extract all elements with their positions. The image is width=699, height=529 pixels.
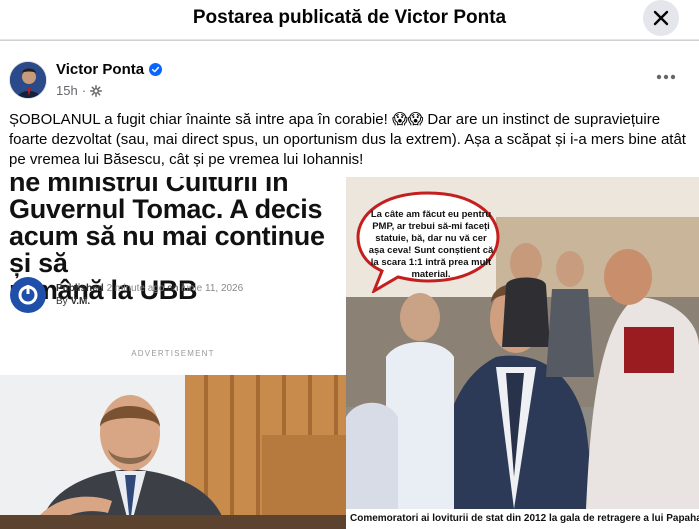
post-meta: 15h · [56, 83, 103, 98]
published-date: iunie 11, 2026 [181, 283, 244, 294]
post-media[interactable]: ne ministrul Culturii în Guvernul Tomac.… [0, 177, 699, 529]
close-button[interactable] [643, 0, 679, 36]
published-label: Published [56, 283, 104, 294]
meta-separator: · [81, 83, 87, 98]
avatar[interactable] [9, 61, 47, 99]
close-icon [653, 10, 669, 26]
advertisement-label: ADVERTISEMENT [131, 349, 215, 358]
newspaper-clipping: La câte am făcut eu pentru PMP, ar trebu… [346, 177, 699, 529]
headline-line-3: acum să nu mai continue și să [9, 221, 325, 278]
post-header: Victor Ponta 15h · [0, 40, 699, 102]
site-logo-icon [10, 277, 46, 313]
headline-line-2: Guvernul Tomac. A decis [9, 194, 323, 224]
author-name[interactable]: Victor Ponta [56, 61, 163, 78]
by-label: By [56, 296, 68, 307]
author-link[interactable]: Victor Ponta [56, 61, 144, 78]
article-photo [0, 375, 346, 529]
more-options-button[interactable] [651, 65, 681, 89]
speech-bubble: La câte am făcut eu pentru PMP, ar trebu… [354, 187, 502, 293]
more-options-icon [656, 74, 676, 80]
article-byline: Published 2 minute ago on iunie 11, 2026… [10, 277, 243, 313]
article-screenshot: ne ministrul Culturii în Guvernul Tomac.… [0, 177, 346, 529]
dialog-title: Postarea publicată de Victor Ponta [192, 7, 507, 28]
post-time[interactable]: 15h [56, 83, 78, 98]
published-ago: 2 minute ago [106, 283, 165, 294]
by-author: V.M. [70, 296, 91, 307]
dialog-header: Postarea publicată de Victor Ponta [0, 0, 699, 40]
post-text: ȘOBOLANUL a fugit chiar înainte să intre… [9, 111, 686, 168]
published-on: on [167, 283, 179, 294]
verified-badge-icon [149, 63, 163, 76]
gear-icon [90, 84, 103, 97]
photo-caption: Comemoratori ai loviturii de stat din 20… [346, 509, 699, 529]
speech-bubble-text: La câte am făcut eu pentru PMP, ar trebu… [368, 209, 494, 280]
